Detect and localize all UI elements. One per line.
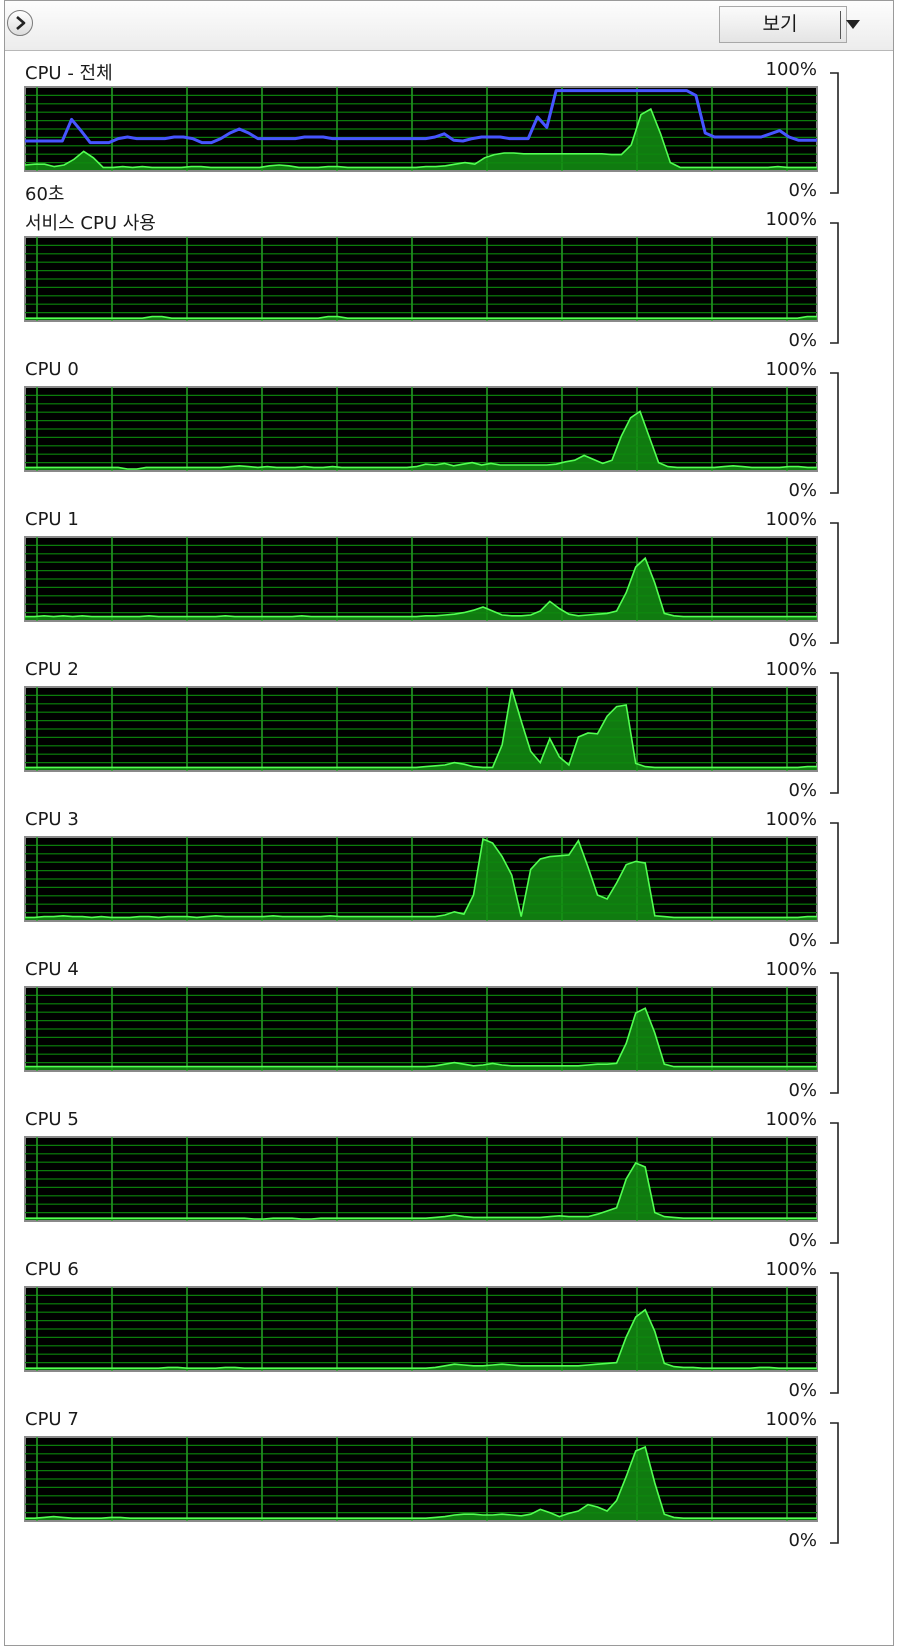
scale-bracket: [830, 822, 839, 944]
graph-title: CPU 1: [25, 509, 79, 530]
graph-title: CPU 5: [25, 1109, 79, 1130]
graph-title: CPU 4: [25, 959, 79, 980]
scale-bracket: [830, 1272, 839, 1394]
scale-max-label: 100%: [765, 1109, 817, 1130]
scale-bracket: [830, 522, 839, 644]
graph-title: CPU 6: [25, 1259, 79, 1280]
scale-max-label: 100%: [765, 1259, 817, 1280]
scale-max-label: 100%: [765, 659, 817, 680]
scale-max-label: 100%: [765, 59, 817, 80]
scale-max-label: 100%: [765, 809, 817, 830]
caret-down-icon[interactable]: [846, 20, 860, 29]
cpu-usage-graph: [24, 836, 818, 922]
scale-max-label: 100%: [765, 959, 817, 980]
scale-max-label: 100%: [765, 509, 817, 530]
chevron-right-icon: [16, 16, 26, 30]
graph-title: CPU - 전체: [25, 63, 113, 84]
view-button-label: 보기: [762, 13, 798, 35]
scale-bracket: [830, 1122, 839, 1244]
resource-monitor-cpu-panel: 보기 CPU - 전체 100% 0% 60초서비스 CPU 사용 100% 0% CPU …: [4, 0, 894, 1646]
time-window-label: 60초: [25, 184, 65, 205]
scale-max-label: 100%: [765, 209, 817, 230]
graph-title: CPU 7: [25, 1409, 79, 1430]
scale-min-label: 0%: [788, 1380, 817, 1401]
cpu-usage-graph: [24, 686, 818, 772]
cpu-usage-graph: [24, 1436, 818, 1522]
scale-bracket: [830, 1422, 839, 1544]
scale-max-label: 100%: [765, 1409, 817, 1430]
cpu-usage-graph: [24, 236, 818, 322]
scale-min-label: 0%: [788, 330, 817, 351]
cpu-usage-graph: [24, 986, 818, 1072]
cpu-usage-graph: [24, 1286, 818, 1372]
scale-bracket: [830, 222, 839, 344]
toolbar: 보기: [5, 1, 893, 51]
scale-bracket: [830, 372, 839, 494]
cpu-usage-graph: [24, 386, 818, 472]
graph-title: CPU 0: [25, 359, 79, 380]
scale-min-label: 0%: [788, 930, 817, 951]
scale-min-label: 0%: [788, 1230, 817, 1251]
cpu-usage-graph: [24, 86, 818, 172]
cpu-usage-graph: [24, 536, 818, 622]
view-button-divider: [840, 11, 841, 39]
graph-title: CPU 2: [25, 659, 79, 680]
graph-title: 서비스 CPU 사용: [25, 213, 156, 234]
scale-bracket: [830, 672, 839, 794]
scale-bracket: [830, 972, 839, 1094]
view-menu-button[interactable]: 보기: [719, 6, 860, 43]
scale-bracket: [830, 72, 839, 194]
scale-min-label: 0%: [788, 180, 817, 201]
scale-max-label: 100%: [765, 359, 817, 380]
scale-min-label: 0%: [788, 1080, 817, 1101]
scale-min-label: 0%: [788, 630, 817, 651]
collapse-panel-button[interactable]: [7, 10, 33, 36]
graph-title: CPU 3: [25, 809, 79, 830]
scale-min-label: 0%: [788, 780, 817, 801]
cpu-usage-graph: [24, 1136, 818, 1222]
scale-min-label: 0%: [788, 1530, 817, 1551]
scale-min-label: 0%: [788, 480, 817, 501]
